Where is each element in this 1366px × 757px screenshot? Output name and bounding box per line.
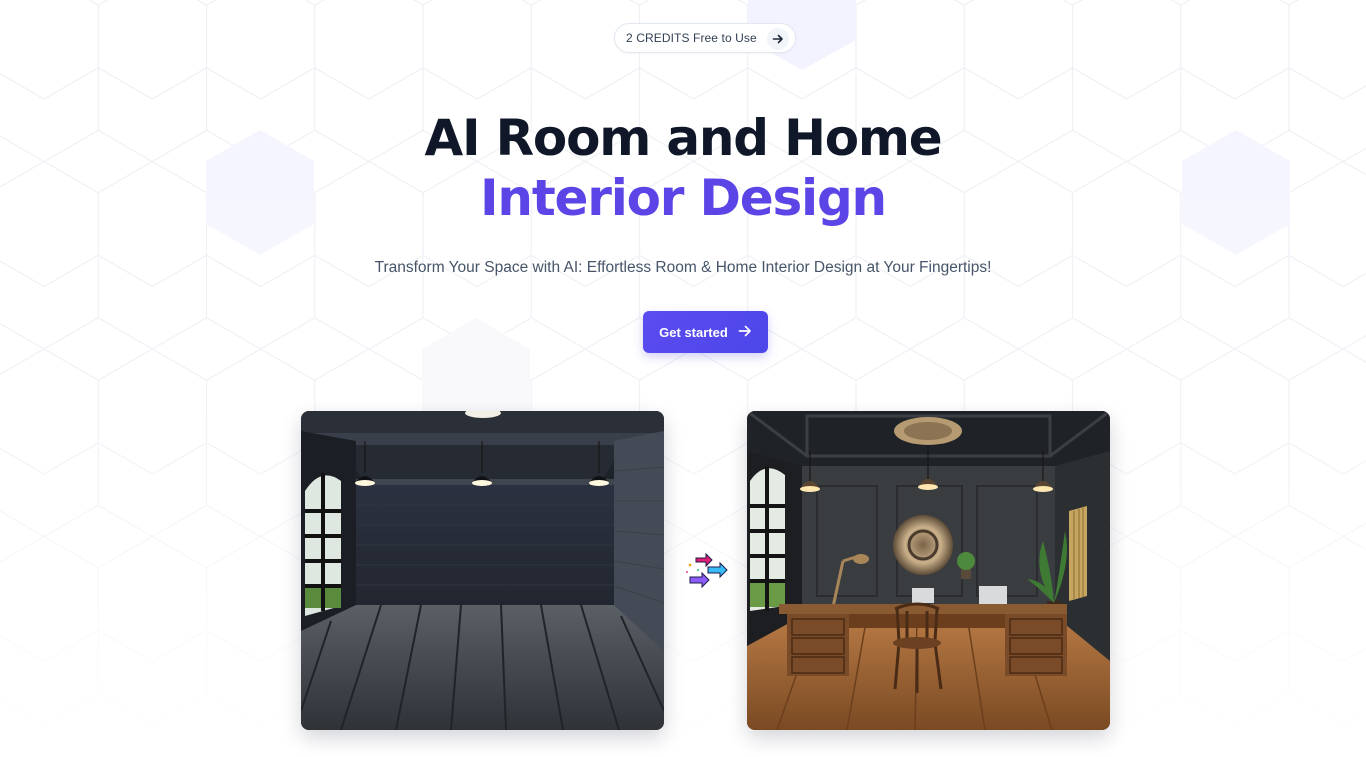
landing-page: 2 CREDITS Free to Use AI Room and Home I… (0, 0, 1366, 757)
arrow-right-icon (738, 324, 752, 341)
get-started-label: Get started (659, 324, 728, 340)
arrow-right-icon (767, 28, 789, 50)
hero-title: AI Room and Home Interior Design (0, 108, 1366, 228)
hero-title-line2: Interior Design (480, 169, 887, 227)
hero-title-line1: AI Room and Home (424, 109, 943, 167)
hero-subtitle: Transform Your Space with AI: Effortless… (374, 259, 992, 276)
credits-banner[interactable]: 2 CREDITS Free to Use (614, 23, 796, 53)
furnished-office-room-image (747, 411, 1110, 730)
get-started-button[interactable]: Get started (643, 311, 768, 353)
empty-dark-room-image (301, 411, 664, 730)
credits-label: 2 CREDITS Free to Use (626, 31, 757, 45)
transform-arrows-icon (684, 551, 730, 589)
